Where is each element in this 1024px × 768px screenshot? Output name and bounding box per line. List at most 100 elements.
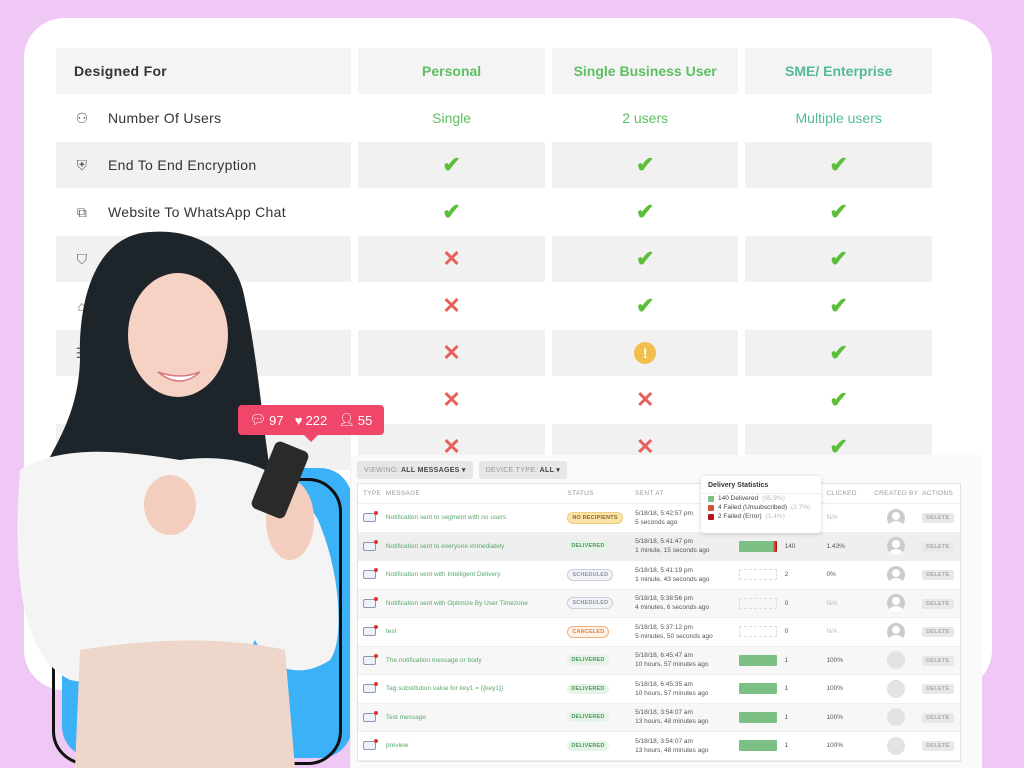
created-by-cell xyxy=(870,736,922,755)
messages-dashboard: VIEWING: ALL MESSAGES ▾ DEVICE TYPE: ALL… xyxy=(350,455,982,768)
viewing-filter-dropdown[interactable]: VIEWING: ALL MESSAGES ▾ xyxy=(357,461,473,479)
type-cell xyxy=(358,625,386,637)
check-icon: ✔ xyxy=(635,199,655,224)
person-icon: 👤︎ xyxy=(338,412,355,427)
col-type[interactable]: TYPE xyxy=(358,490,386,497)
tooltip-title: Delivery Statistics xyxy=(701,476,821,494)
message-row[interactable]: Notification sent to segment with no use… xyxy=(358,504,960,533)
status-badge: DELIVERED xyxy=(567,712,609,723)
sent-relative: 13 hours, 48 minutes ago xyxy=(635,746,709,754)
col-status[interactable]: STATUS xyxy=(567,490,635,497)
status-cell: DELIVERED xyxy=(567,740,635,751)
delete-button[interactable]: DELETE xyxy=(922,541,954,552)
sent-at-cell: 5/18/18, 6:45:47 am 10 hours, 57 minutes … xyxy=(635,651,739,669)
delivery-bar[interactable] xyxy=(738,683,777,695)
email-notification-icon xyxy=(363,710,378,722)
email-notification-icon xyxy=(363,568,378,580)
message-row[interactable]: Tag substitution value for key1 = {{key1… xyxy=(358,675,960,704)
plan-value-cell: ✔ xyxy=(745,330,932,376)
col-created-by: CREATED BY xyxy=(874,490,919,497)
sent-timestamp: 5/18/18, 5:38:56 pm xyxy=(635,595,693,603)
delivery-bar[interactable] xyxy=(738,654,777,666)
message-link[interactable]: Notification sent with Optimize By User … xyxy=(386,600,567,607)
feature-label: Website To WhatsApp Chat xyxy=(108,204,286,220)
message-link[interactable]: test xyxy=(386,628,567,635)
email-notification-icon xyxy=(363,682,378,694)
filter-bar: VIEWING: ALL MESSAGES ▾ DEVICE TYPE: ALL… xyxy=(357,461,568,479)
plan-value-cell: ✔ xyxy=(745,142,932,188)
delivery-bar[interactable] xyxy=(738,569,777,581)
heart-icon: ♥ xyxy=(294,412,303,428)
delete-button[interactable]: DELETE xyxy=(922,598,954,609)
check-icon: ✔ xyxy=(635,246,655,271)
message-row[interactable]: Notification sent with Optimize By User … xyxy=(358,589,960,618)
clicked-rate: 100% xyxy=(826,656,844,664)
check-icon: ✔ xyxy=(829,293,848,318)
created-by-cell xyxy=(870,565,922,584)
message-link[interactable]: Notification sent to everyone immediatel… xyxy=(386,543,567,550)
actions-cell: DELETE xyxy=(922,627,960,638)
actions-cell: DELETE xyxy=(922,570,960,581)
message-row[interactable]: preview DELIVERED 5/18/18, 3:54:07 am 13 ho… xyxy=(358,732,960,761)
delivery-cell xyxy=(738,540,785,552)
message-row[interactable]: Notification sent with Intelligent Deliv… xyxy=(358,561,960,590)
comment-icon: 💬︎ xyxy=(249,412,267,427)
delivery-bar[interactable] xyxy=(738,597,777,609)
type-cell xyxy=(358,539,386,551)
status-cell: DELIVERED xyxy=(567,541,635,552)
plan-value: Multiple users xyxy=(795,110,882,126)
col-clicked[interactable]: CLICKED xyxy=(826,490,870,497)
delete-button[interactable]: DELETE xyxy=(922,627,954,638)
delete-button[interactable]: DELETE xyxy=(922,712,954,723)
message-row[interactable]: Notification sent to everyone immediatel… xyxy=(358,532,960,561)
delete-button[interactable]: DELETE xyxy=(922,741,954,752)
created-by-cell xyxy=(870,679,922,698)
delivery-stat-item: 140 Delivered (95.9%) xyxy=(701,494,821,503)
avatar xyxy=(887,622,906,641)
message-link[interactable]: Tag substitution value for key1 = {{key1… xyxy=(386,685,567,692)
comparison-row: ▯ ✕ ✕ ✔ xyxy=(56,377,932,423)
actions-cell: DELETE xyxy=(922,741,960,752)
message-row[interactable]: Test message DELIVERED 5/18/18, 3:54:07 am… xyxy=(358,703,960,732)
status-badge: CANCELED xyxy=(567,625,610,638)
delivery-bar[interactable] xyxy=(738,711,777,723)
delivery-bar[interactable] xyxy=(738,740,777,752)
comparison-header: Designed For Personal Single Business Us… xyxy=(56,48,932,94)
device-type-filter-dropdown[interactable]: DEVICE TYPE: ALL ▾ xyxy=(478,461,568,479)
designed-for-label: Designed For xyxy=(56,48,352,94)
delete-button[interactable]: DELETE xyxy=(922,513,954,524)
message-link[interactable]: Notification sent to segment with no use… xyxy=(386,514,567,521)
sent-relative: 10 hours, 57 minutes ago xyxy=(635,661,709,669)
feature-cell: ⛨ End To End Encryption xyxy=(56,142,352,188)
status-badge: DELIVERED xyxy=(567,655,609,666)
email-notification-icon xyxy=(363,653,378,665)
delete-button[interactable]: DELETE xyxy=(922,570,954,581)
message-row[interactable]: test CANCELED 5/18/18, 5:37:12 pm 5 minutes… xyxy=(358,618,960,647)
clicked-rate: 100% xyxy=(826,685,844,693)
delivered-count: 2 xyxy=(784,571,789,579)
delete-button[interactable]: DELETE xyxy=(922,684,954,695)
delivery-bar[interactable] xyxy=(738,626,777,638)
plan-enterprise: SME/ Enterprise xyxy=(745,48,932,94)
clicked-rate: 100% xyxy=(826,742,844,750)
delete-button[interactable]: DELETE xyxy=(922,655,954,666)
message-link[interactable]: Test message xyxy=(386,714,567,721)
email-notification-icon xyxy=(363,596,378,608)
check-icon: ✔ xyxy=(635,152,655,177)
message-link[interactable]: Notification sent with Intelligent Deliv… xyxy=(386,571,567,578)
message-row[interactable]: The notification message or body DELIVERE… xyxy=(358,646,960,675)
comparison-row: ⛉ GDPR ✕ ✔ ✔ xyxy=(56,236,932,282)
sent-at-cell: 5/18/18, 5:37:12 pm 5 minutes, 50 seconds… xyxy=(635,623,739,641)
created-by-cell xyxy=(870,594,922,613)
table-header: TYPE MESSAGE STATUS SENT AT CLICKED CREA… xyxy=(358,484,960,504)
type-cell xyxy=(358,653,386,665)
check-icon: ✔ xyxy=(829,340,848,365)
message-link[interactable]: The notification message or body xyxy=(386,657,567,664)
col-message[interactable]: MESSAGE xyxy=(386,490,567,497)
delivery-bar[interactable] xyxy=(738,540,777,552)
delivered-count: 140 xyxy=(784,542,796,550)
created-by-cell xyxy=(870,622,922,641)
message-link[interactable]: preview xyxy=(386,742,567,749)
actions-cell: DELETE xyxy=(922,684,960,695)
stat-percent: (95.9%) xyxy=(762,495,785,502)
